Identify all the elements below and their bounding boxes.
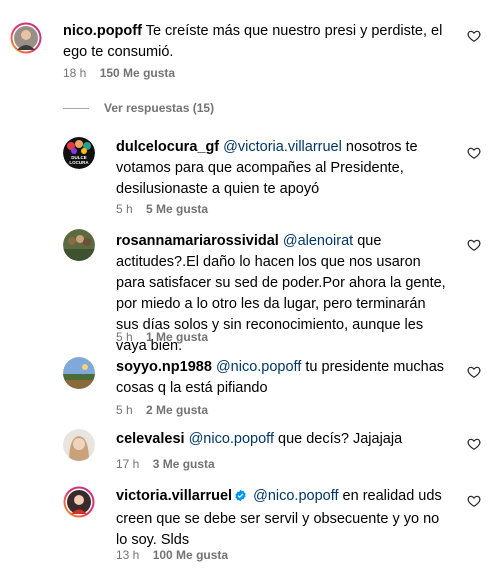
comment-time: 5 h — [116, 330, 133, 344]
heart-icon[interactable] — [467, 365, 481, 379]
comment-body: nico.popoff Te creíste más que nuestro p… — [63, 21, 448, 63]
comment-meta: 17 h 3 Me gusta — [116, 457, 215, 471]
replies-divider-line — [63, 107, 89, 109]
comment-body: celevalesi @nico.popoff que decís? Jajaj… — [116, 429, 446, 450]
heart-icon[interactable] — [467, 494, 481, 508]
comment-mention[interactable]: @victoria.villarruel — [223, 139, 342, 155]
comment-meta: 13 h 100 Me gusta — [116, 548, 228, 562]
heart-icon[interactable] — [467, 29, 481, 43]
comment-mention[interactable]: @alenoirat — [283, 233, 353, 249]
comment-body: soyyo.np1988 @nico.popoff tu presidente … — [116, 357, 446, 399]
comment-likes[interactable]: 2 Me gusta — [146, 403, 208, 417]
comment-username[interactable]: celevalesi — [116, 431, 185, 447]
avatar-celevalesi[interactable] — [63, 429, 95, 461]
avatar-victoria-villarruel[interactable] — [63, 486, 95, 518]
comment-username[interactable]: rosannamariarossividal — [116, 233, 279, 249]
comment-time: 17 h — [116, 457, 140, 471]
comment-meta: 5 h 5 Me gusta — [116, 202, 208, 216]
comment-username[interactable]: dulcelocura_gf — [116, 139, 219, 155]
avatar-nico-popoff[interactable] — [10, 22, 42, 54]
comment-likes[interactable]: 100 Me gusta — [153, 548, 228, 562]
comment-body: dulcelocura_gf @victoria.villarruel noso… — [116, 137, 446, 200]
comment-meta: 5 h 2 Me gusta — [116, 403, 208, 417]
heart-icon[interactable] — [467, 238, 481, 252]
comment-likes[interactable]: 1 Me gusta — [146, 330, 208, 344]
comment-likes[interactable]: 3 Me gusta — [153, 457, 215, 471]
comment-likes[interactable]: 150 Me gusta — [100, 66, 175, 80]
view-replies-button[interactable]: Ver respuestas (15) — [63, 100, 214, 116]
view-replies-label: Ver respuestas (15) — [104, 101, 215, 115]
avatar-caption: DULCE LOCURA — [69, 155, 89, 165]
comment-meta: 5 h 1 Me gusta — [116, 330, 208, 344]
comment-mention[interactable]: @nico.popoff — [253, 488, 338, 504]
comment-time: 13 h — [116, 548, 140, 562]
comment-username[interactable]: soyyo.np1988 — [116, 359, 212, 375]
comment-time: 5 h — [116, 403, 133, 417]
avatar-dulcelocura[interactable]: DULCE LOCURA — [63, 137, 95, 169]
verified-badge-icon — [234, 488, 247, 509]
avatar-soyyo[interactable] — [63, 357, 95, 389]
comment-meta: 18 h 150 Me gusta — [63, 66, 175, 80]
avatar-rosannamariarossividal[interactable] — [63, 229, 95, 261]
comment-text: que decís? Jajajaja — [278, 431, 403, 447]
comment-mention[interactable]: @nico.popoff — [189, 431, 274, 447]
heart-icon[interactable] — [467, 146, 481, 160]
comment-time: 5 h — [116, 202, 133, 216]
heart-icon[interactable] — [467, 437, 481, 451]
comment-mention[interactable]: @nico.popoff — [216, 359, 301, 375]
comment-body: victoria.villarruel @nico.popoff en real… — [116, 486, 446, 551]
comment-likes[interactable]: 5 Me gusta — [146, 202, 208, 216]
comment-username[interactable]: nico.popoff — [63, 23, 142, 39]
comment-username[interactable]: victoria.villarruel — [116, 488, 232, 504]
comment-time: 18 h — [63, 66, 87, 80]
